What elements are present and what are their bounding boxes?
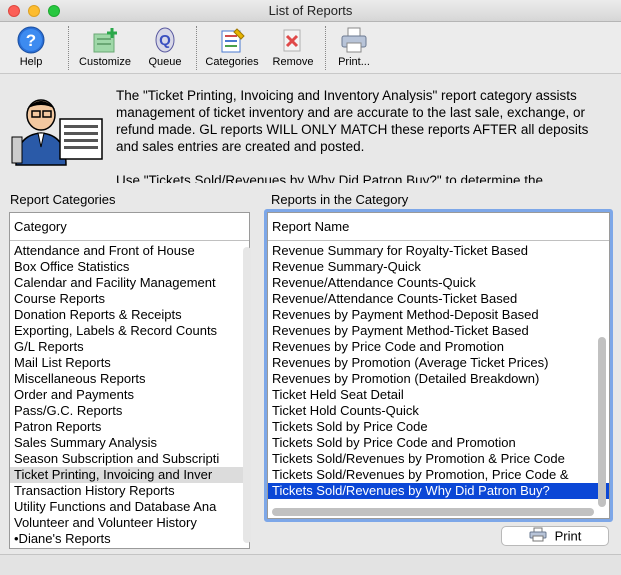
help-icon: ? [16, 26, 46, 54]
toolbar-separator [196, 26, 197, 70]
report-list-item[interactable]: Ticket Hold Counts-Quick [268, 403, 609, 419]
report-list-item[interactable]: Ticket Held Seat Detail [268, 387, 609, 403]
report-list-item[interactable]: Revenue Summary-Quick [268, 259, 609, 275]
toolbar: ? Help Customize Q Queue Categories Remo… [0, 22, 621, 74]
categories-icon [217, 26, 247, 54]
report-list-item[interactable]: Revenue/Attendance Counts-Quick [268, 275, 609, 291]
category-description: The "Ticket Printing, Invoicing and Inve… [0, 75, 621, 183]
report-name-column-header[interactable]: Report Name [268, 213, 609, 241]
remove-button[interactable]: Remove [270, 24, 316, 72]
category-list-item[interactable]: G/L Reports [10, 339, 249, 355]
help-button[interactable]: ? Help [10, 24, 52, 72]
svg-text:?: ? [26, 31, 36, 50]
report-list-item[interactable]: Revenue/Attendance Counts-Ticket Based [268, 291, 609, 307]
category-column-header[interactable]: Category [10, 213, 249, 241]
report-list-item[interactable]: Revenues by Price Code and Promotion [268, 339, 609, 355]
report-list-item[interactable]: Tickets Sold/Revenues by Promotion, Pric… [268, 467, 609, 483]
category-list-item[interactable]: Exporting, Labels & Record Counts [10, 323, 249, 339]
category-list-item[interactable]: Box Office Statistics [10, 259, 249, 275]
category-list-item[interactable]: Mail List Reports [10, 355, 249, 371]
category-list-item[interactable]: Attendance and Front of House [10, 243, 249, 259]
queue-icon: Q [150, 26, 180, 54]
categories-button[interactable]: Categories [202, 24, 262, 72]
toolbar-separator [325, 26, 326, 70]
info-text: The "Ticket Printing, Invoicing and Inve… [116, 87, 606, 183]
categories-list-body: Attendance and Front of House Box Office … [10, 243, 249, 547]
report-list-item[interactable]: Revenue Summary for Royalty-Ticket Based [268, 243, 609, 259]
report-list-item[interactable]: Revenues by Promotion (Average Ticket Pr… [268, 355, 609, 371]
queue-button[interactable]: Q Queue [145, 24, 185, 72]
report-list-item[interactable]: Revenues by Promotion (Detailed Breakdow… [268, 371, 609, 387]
printer-icon [339, 26, 369, 54]
toolbar-separator [68, 26, 69, 70]
printer-icon [529, 527, 547, 547]
customize-button[interactable]: Customize [76, 24, 134, 72]
category-list-item[interactable]: Ticket Printing, Invoicing and Inver [10, 467, 249, 483]
reports-in-category-label: Reports in the Category [271, 192, 409, 207]
status-bar [0, 554, 621, 575]
report-categories-label: Report Categories [10, 192, 116, 207]
reports-list-body: Revenue Summary for Royalty-Ticket Based… [268, 243, 609, 499]
categories-list[interactable]: Category Attendance and Front of House Bo… [9, 212, 251, 549]
category-list-item[interactable]: Course Reports [10, 291, 249, 307]
print-button[interactable]: Print [501, 526, 609, 546]
report-list-item[interactable]: Tickets Sold/Revenues by Why Did Patron … [268, 483, 609, 499]
category-list-item[interactable]: Volunteer and Volunteer History [10, 515, 249, 531]
category-list-item[interactable]: Sales Summary Analysis [10, 435, 249, 451]
report-list-item[interactable]: Revenues by Payment Method-Deposit Based [268, 307, 609, 323]
reports-horizontal-scrollbar[interactable] [272, 508, 594, 516]
category-list-item[interactable]: Order and Payments [10, 387, 249, 403]
remove-icon [278, 26, 308, 54]
category-list-item[interactable]: Pass/G.C. Reports [10, 403, 249, 419]
report-list-item[interactable]: Revenues by Payment Method-Ticket Based [268, 323, 609, 339]
category-list-item[interactable]: Donation Reports & Receipts [10, 307, 249, 323]
category-list-item[interactable]: Season Subscription and Subscripti [10, 451, 249, 467]
report-list-item[interactable]: Tickets Sold by Price Code and Promotion [268, 435, 609, 451]
category-list-item[interactable]: Calendar and Facility Management [10, 275, 249, 291]
category-list-item[interactable]: Transaction History Reports [10, 483, 249, 499]
reports-vertical-scrollbar[interactable] [598, 337, 606, 507]
categories-scrollbar[interactable] [243, 247, 251, 543]
customize-icon [90, 26, 120, 54]
reports-list[interactable]: Report Name Revenue Summary for Royalty-… [267, 212, 610, 519]
print-toolbar-button[interactable]: Print... [332, 24, 376, 72]
category-list-item[interactable]: Utility Functions and Database Ana [10, 499, 249, 515]
category-list-item[interactable]: Miscellaneous Reports [10, 371, 249, 387]
reading-person-icon [8, 97, 108, 169]
window-title: List of Reports [268, 3, 353, 18]
report-list-item[interactable]: Tickets Sold/Revenues by Promotion & Pri… [268, 451, 609, 467]
category-list-item[interactable]: Patron Reports [10, 419, 249, 435]
info-paragraph: The "Ticket Printing, Invoicing and Inve… [116, 88, 589, 154]
report-list-item[interactable]: Tickets Sold by Price Code [268, 419, 609, 435]
info-paragraph: Use "Tickets Sold/Revenues by Why Did Pa… [116, 173, 544, 183]
svg-text:Q: Q [159, 32, 171, 49]
print-button-label: Print [554, 528, 582, 544]
category-list-item[interactable]: •Diane's Reports [10, 531, 249, 547]
title-bar: List of Reports [0, 0, 621, 22]
